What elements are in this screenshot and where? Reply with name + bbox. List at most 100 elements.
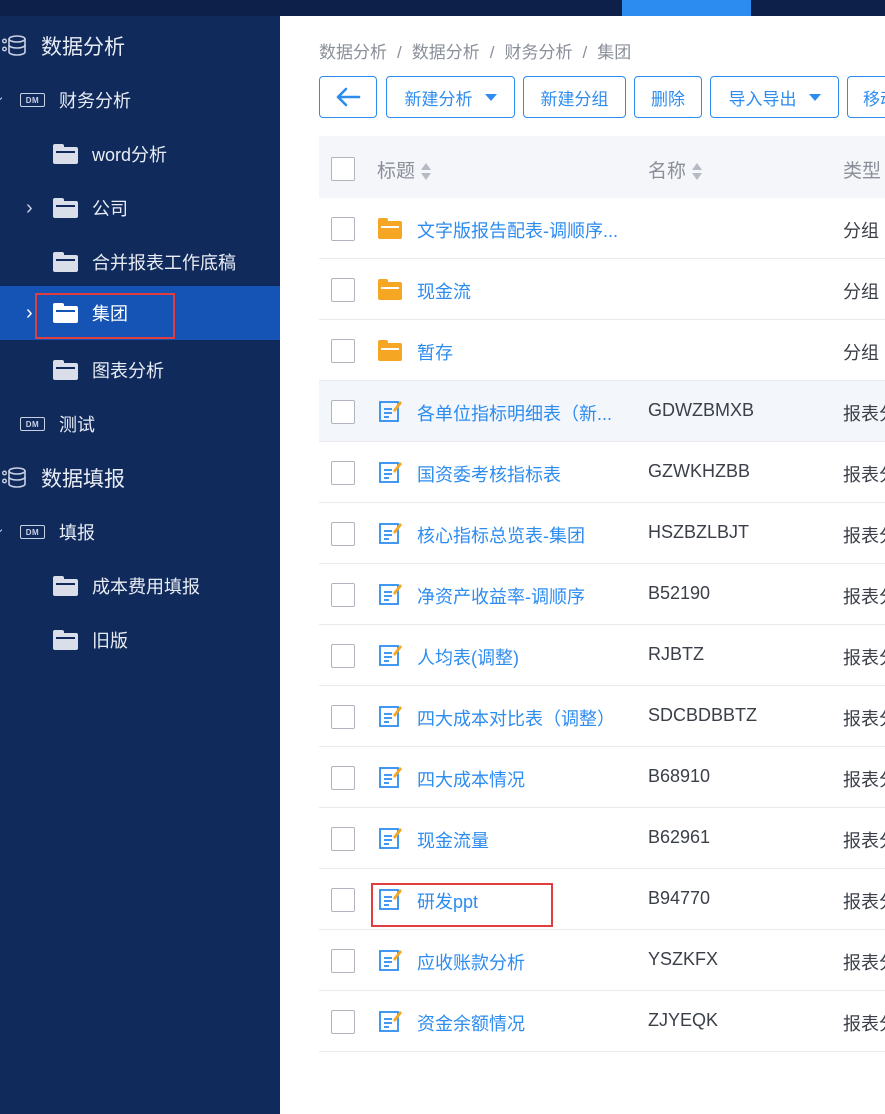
row-title-link[interactable]: 人均表(调整) <box>417 644 519 670</box>
sidebar-item-test[interactable]: DM 测试 <box>0 397 280 451</box>
sidebar-item-old-version[interactable]: 旧版 <box>0 613 280 667</box>
row-title-link[interactable]: 净资产收益率-调顺序 <box>417 583 585 609</box>
row-title-link[interactable]: 现金流 <box>417 278 471 304</box>
row-checkbox[interactable] <box>331 278 355 302</box>
sidebar-item-chart-analysis[interactable]: 图表分析 <box>0 343 280 397</box>
row-title-link[interactable]: 核心指标总览表-集团 <box>417 522 585 548</box>
sidebar-item-label: 旧版 <box>92 631 128 651</box>
sidebar-item-label: 财务分析 <box>59 91 131 111</box>
move-button[interactable]: 移动 <box>847 76 885 118</box>
row-checkbox[interactable] <box>331 705 355 729</box>
folder-icon <box>53 360 78 380</box>
table-row[interactable]: 净资产收益率-调顺序 B52190 报表分 <box>319 564 885 625</box>
row-code: B68910 <box>648 766 711 786</box>
sort-icon[interactable] <box>421 162 432 181</box>
row-title-link[interactable]: 四大成本情况 <box>417 766 525 792</box>
row-type: 报表分 <box>843 831 885 851</box>
row-checkbox[interactable] <box>331 461 355 485</box>
row-title-link[interactable]: 文字版报告配表-调顺序... <box>417 217 618 243</box>
report-edit-icon <box>379 1011 402 1032</box>
chevron-right-icon[interactable]: › <box>26 197 33 220</box>
table-row[interactable]: 核心指标总览表-集团 HSZBZLBJT 报表分 <box>319 503 885 564</box>
sort-icon[interactable] <box>692 162 703 181</box>
sidebar-item-finance-analysis[interactable]: › DM 财务分析 <box>0 73 280 127</box>
table-row[interactable]: 四大成本情况 B68910 报表分 <box>319 747 885 808</box>
table-row[interactable]: 各单位指标明细表（新... GDWZBMXB 报表分 <box>319 381 885 442</box>
sidebar-item-company[interactable]: › 公司 <box>0 181 280 235</box>
sidebar-item-word-analysis[interactable]: word分析 <box>0 127 280 181</box>
column-header-title[interactable]: 标题 <box>377 156 432 183</box>
row-title-link[interactable]: 资金余额情况 <box>417 1010 525 1036</box>
chevron-down-icon[interactable]: › <box>0 529 8 534</box>
back-button[interactable] <box>319 76 377 118</box>
sidebar-item-data-analysis[interactable]: 数据分析 <box>0 19 280 73</box>
sidebar-item-entry[interactable]: › DM 填报 <box>0 505 280 559</box>
top-header-bar <box>0 0 885 16</box>
table-row[interactable]: 人均表(调整) RJBTZ 报表分 <box>319 625 885 686</box>
row-title-link[interactable]: 各单位指标明细表（新... <box>417 400 612 426</box>
row-checkbox[interactable] <box>331 217 355 241</box>
dm-icon: DM <box>20 525 45 539</box>
row-checkbox[interactable] <box>331 400 355 424</box>
table-row[interactable]: 四大成本对比表（调整） SDCBDBBTZ 报表分 <box>319 686 885 747</box>
database-icon <box>2 467 26 488</box>
row-title-link[interactable]: 应收账款分析 <box>417 949 525 975</box>
row-checkbox[interactable] <box>331 522 355 546</box>
row-checkbox[interactable] <box>331 888 355 912</box>
highlight-box <box>371 883 553 927</box>
row-code: HSZBZLBJT <box>648 522 750 542</box>
caret-down-icon <box>808 93 821 101</box>
report-edit-icon <box>379 462 402 483</box>
folder-icon <box>53 576 78 596</box>
row-checkbox[interactable] <box>331 949 355 973</box>
sidebar-item-data-entry[interactable]: 数据填报 <box>0 451 280 505</box>
row-checkbox[interactable] <box>331 766 355 790</box>
new-analysis-button[interactable]: 新建分析 <box>386 76 515 118</box>
table-row[interactable]: 暂存 分组 <box>319 320 885 381</box>
new-group-button[interactable]: 新建分组 <box>523 76 626 118</box>
active-top-tab[interactable] <box>622 0 751 16</box>
row-title-link[interactable]: 国资委考核指标表 <box>417 461 561 487</box>
table-row[interactable]: 现金流量 B62961 报表分 <box>319 808 885 869</box>
row-code: SDCBDBBTZ <box>648 705 758 725</box>
row-code: RJBTZ <box>648 644 704 664</box>
breadcrumb: 数据分析 / 数据分析 / 财务分析 / 集团 <box>319 43 632 62</box>
delete-button[interactable]: 删除 <box>634 76 702 118</box>
chevron-down-icon[interactable]: › <box>0 97 8 102</box>
table-row[interactable]: 国资委考核指标表 GZWKHZBB 报表分 <box>319 442 885 503</box>
row-title-link[interactable]: 暂存 <box>417 339 453 365</box>
sidebar-item-consolidated-workpaper[interactable]: 合并报表工作底稿 <box>0 235 280 289</box>
dm-icon: DM <box>20 417 45 431</box>
table-row[interactable]: 资金余额情况 ZJYEQK 报表分 <box>319 991 885 1052</box>
row-checkbox[interactable] <box>331 1010 355 1034</box>
row-type: 报表分 <box>843 526 885 546</box>
sidebar-item-label: 数据填报 <box>41 468 125 491</box>
import-export-button[interactable]: 导入导出 <box>710 76 839 118</box>
row-code: GDWZBMXB <box>648 400 754 420</box>
breadcrumb-item[interactable]: 财务分析 <box>504 43 572 62</box>
chevron-right-icon[interactable]: › <box>26 302 33 325</box>
row-checkbox[interactable] <box>331 339 355 363</box>
row-title-link[interactable]: 现金流量 <box>417 827 489 853</box>
sidebar-item-label: 合并报表工作底稿 <box>92 253 236 273</box>
row-checkbox[interactable] <box>331 644 355 668</box>
row-checkbox[interactable] <box>331 583 355 607</box>
table-row[interactable]: 现金流 分组 <box>319 259 885 320</box>
select-all-checkbox[interactable] <box>331 157 355 181</box>
column-header-name[interactable]: 名称 <box>648 156 703 183</box>
sidebar-item-cost-entry[interactable]: 成本费用填报 <box>0 559 280 613</box>
report-edit-icon <box>379 401 402 422</box>
row-code: GZWKHZBB <box>648 461 750 481</box>
row-checkbox[interactable] <box>331 827 355 851</box>
breadcrumb-item[interactable]: 数据分析 <box>319 43 387 62</box>
table-row[interactable]: 应收账款分析 YSZKFX 报表分 <box>319 930 885 991</box>
folder-icon <box>53 198 78 218</box>
report-edit-icon <box>379 645 402 666</box>
report-edit-icon <box>379 767 402 788</box>
row-type: 报表分 <box>843 465 885 485</box>
folder-icon <box>53 630 78 650</box>
row-title-link[interactable]: 四大成本对比表（调整） <box>417 705 615 731</box>
table-row[interactable]: 文字版报告配表-调顺序... 分组 <box>319 198 885 259</box>
highlight-box <box>35 293 175 339</box>
breadcrumb-item[interactable]: 数据分析 <box>412 43 480 62</box>
